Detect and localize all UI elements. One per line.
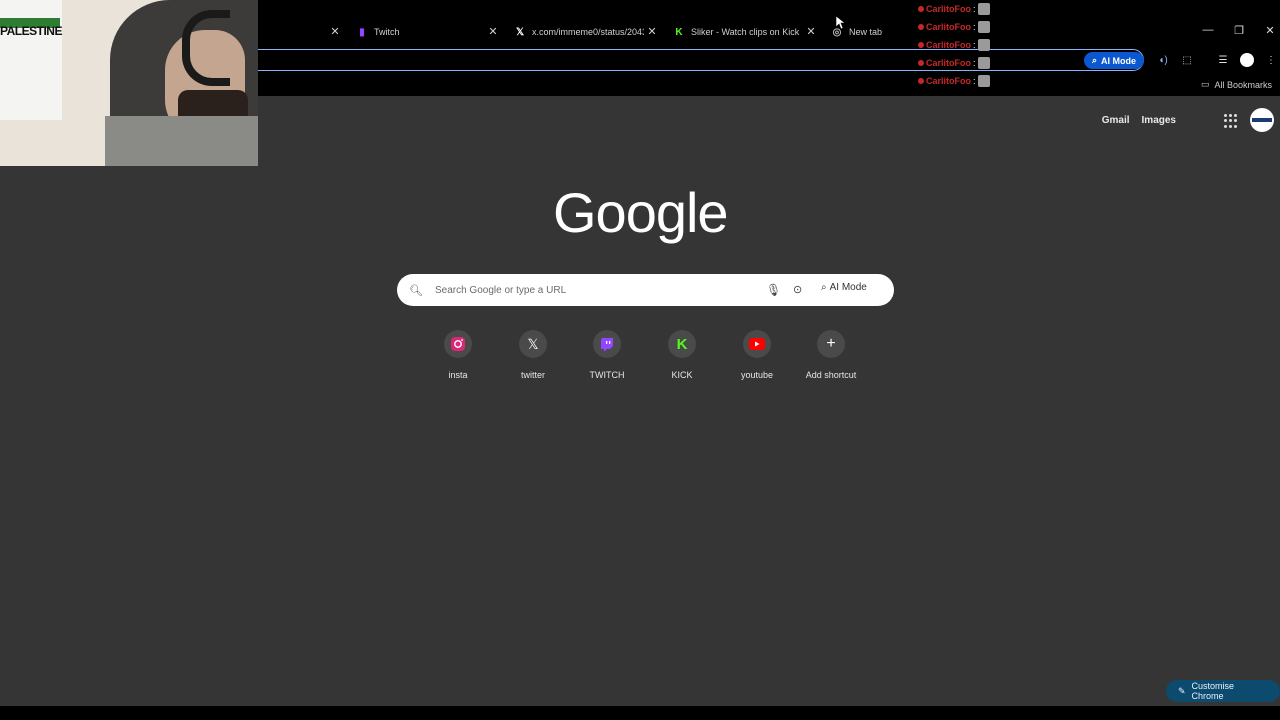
headphones-icon [182, 10, 230, 86]
pencil-icon: ✎ [1178, 685, 1186, 696]
customise-label: Customise Chrome [1191, 681, 1235, 701]
shortcut-label: KICK [671, 370, 693, 380]
all-bookmarks-label: All Bookmarks [1214, 79, 1272, 90]
poster-text: PALESTINE [0, 24, 62, 38]
emote-icon [977, 39, 990, 51]
extensions-icon[interactable]: ⬚ [1180, 53, 1194, 67]
chat-nick: CarlitoFoo [926, 4, 971, 14]
twitch-icon: ▮ [359, 26, 365, 38]
restore-icon[interactable]: ❐ [1231, 24, 1247, 37]
google-lens-icon[interactable]: ⊙ [793, 283, 802, 296]
chat-separator: : [973, 22, 976, 32]
chat-message: CarlitoFoo: [918, 72, 1008, 90]
search-ai-mode-label: AI Mode [829, 282, 867, 293]
plus-icon: + [817, 330, 845, 358]
tab-twitch[interactable]: ▮ Twitch [356, 22, 486, 42]
badge-icon [918, 78, 924, 84]
search-input[interactable] [432, 283, 757, 297]
instagram-icon [444, 330, 472, 358]
close-window-icon[interactable]: ✕ [1262, 24, 1278, 37]
tab-x-status[interactable]: 𝕏 x.com/immeme0/status/20434 [514, 22, 644, 42]
shortcut-twitter[interactable]: 𝕏 twitter [498, 330, 568, 380]
badge-icon [918, 24, 924, 30]
badge-icon [918, 6, 924, 12]
chat-nick: CarlitoFoo [926, 22, 971, 32]
google-logo: Google [553, 181, 729, 244]
emote-icon [977, 21, 990, 33]
chat-nick: CarlitoFoo [926, 58, 971, 68]
ai-mode-button[interactable]: ⌕ AI Mode [1084, 52, 1145, 69]
chat-nick: CarlitoFoo [926, 76, 971, 86]
tab-kick[interactable]: K Sliker - Watch clips on Kick [673, 22, 803, 42]
shortcut-kick[interactable]: K KICK [647, 330, 717, 380]
badge-icon [918, 42, 924, 48]
chat-message: CarlitoFoo: [918, 18, 1008, 36]
chat-nick: CarlitoFoo [926, 40, 971, 50]
chat-separator: : [973, 4, 976, 14]
chat-overlay: CarlitoFoo: CarlitoFoo: CarlitoFoo: Carl… [918, 0, 1008, 90]
tab-label: Twitch [374, 27, 400, 37]
shortcut-youtube[interactable]: youtube [722, 330, 792, 380]
x-icon: 𝕏 [515, 26, 525, 38]
all-bookmarks-button[interactable]: ▭ All Bookmarks [1201, 79, 1272, 90]
profile-avatar[interactable] [1240, 53, 1254, 67]
emote-icon [977, 57, 990, 69]
bottom-strip [0, 706, 1280, 720]
shortcut-label: youtube [740, 370, 774, 380]
streamer-shirt [105, 116, 258, 166]
chat-message: CarlitoFoo: [918, 0, 1008, 18]
search-icon: 🔍︎ [409, 284, 423, 297]
close-icon[interactable]: ✕ [646, 25, 658, 39]
tab-label: x.com/immeme0/status/20434 [532, 27, 644, 37]
x-icon: 𝕏 [519, 330, 547, 358]
shortcut-twitch[interactable]: TWITCH [572, 330, 642, 380]
close-icon[interactable]: ✕ [805, 25, 817, 39]
youtube-icon [743, 330, 771, 358]
shortcut-label: Add shortcut [805, 370, 857, 380]
ai-mode-label: AI Mode [1101, 55, 1137, 66]
images-link[interactable]: Images [1142, 115, 1176, 126]
chat-message: CarlitoFoo: [918, 36, 1008, 54]
chat-separator: : [973, 76, 976, 86]
apps-grid-icon[interactable] [1224, 114, 1238, 128]
search-box[interactable]: 🔍︎ 🎙︎ ⊙ ⌕ AI Mode [397, 274, 894, 306]
emote-icon [977, 75, 990, 87]
folder-icon: ▭ [1200, 79, 1210, 89]
poster: PALESTINE [0, 0, 62, 120]
webcam-overlay: PALESTINE [0, 0, 258, 166]
voice-search-icon[interactable]: ◖) [1156, 53, 1170, 67]
shortcut-label: TWITCH [589, 370, 625, 380]
badge-icon [918, 60, 924, 66]
shortcut-add[interactable]: + Add shortcut [796, 330, 866, 380]
tab-search-icon[interactable]: ☰ [1216, 53, 1230, 67]
kick-icon: K [668, 330, 696, 358]
ai-search-icon: ⌕ [821, 282, 827, 293]
customise-chrome-button[interactable]: ✎ Customise Chrome [1166, 680, 1280, 702]
kick-icon: K [675, 26, 683, 38]
minimize-icon[interactable]: — [1200, 24, 1216, 36]
top-links: Gmail Images [1102, 115, 1176, 126]
chat-message: CarlitoFoo: [918, 54, 1008, 72]
twitch-icon [593, 330, 621, 358]
shortcut-insta[interactable]: insta [423, 330, 493, 380]
shortcut-label: twitter [520, 370, 545, 380]
menu-icon[interactable]: ⋮ [1264, 53, 1278, 67]
ai-search-icon: ⌕ [1092, 55, 1098, 65]
chat-separator: : [973, 58, 976, 68]
search-ai-mode-button[interactable]: ⌕ AI Mode [821, 282, 867, 293]
gmail-link[interactable]: Gmail [1102, 115, 1130, 126]
account-avatar[interactable] [1250, 108, 1274, 132]
shortcut-label: insta [448, 370, 468, 380]
microphone-icon[interactable]: 🎙︎ [766, 283, 781, 297]
close-icon[interactable]: ✕ [329, 25, 341, 39]
close-icon[interactable]: ✕ [487, 25, 499, 39]
tab-label: Sliker - Watch clips on Kick [691, 27, 800, 37]
emote-icon [977, 3, 990, 15]
chat-separator: : [973, 40, 976, 50]
